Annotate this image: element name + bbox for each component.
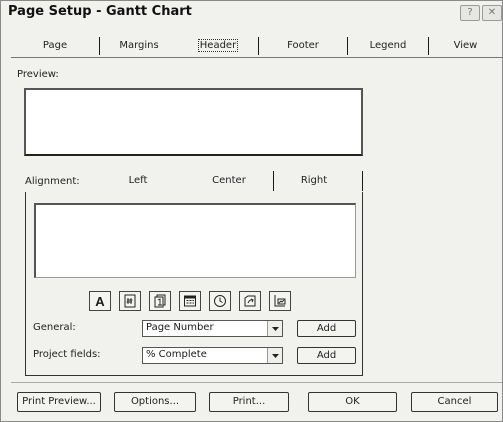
print-preview-button[interactable]: Print Preview... xyxy=(17,392,101,412)
chevron-down-icon[interactable] xyxy=(267,348,282,363)
alignment-tab-right[interactable]: Right xyxy=(274,171,354,191)
file-name-icon xyxy=(244,295,256,307)
alignment-tab-center[interactable]: Center xyxy=(187,171,271,191)
tab-view[interactable]: View xyxy=(429,35,502,57)
options-button[interactable]: Options... xyxy=(114,392,196,412)
format-text-button[interactable]: A xyxy=(89,291,111,311)
insert-page-number-button[interactable] xyxy=(119,291,141,311)
page-number-icon xyxy=(124,294,136,308)
header-preview-box xyxy=(24,88,363,156)
help-button[interactable]: ? xyxy=(460,5,480,21)
insert-picture-button[interactable] xyxy=(269,291,291,311)
separator xyxy=(11,382,502,383)
total-pages-icon xyxy=(154,294,166,308)
cancel-button[interactable]: Cancel xyxy=(411,392,498,412)
general-dropdown[interactable]: Page Number xyxy=(142,320,283,337)
insert-current-time-button[interactable] xyxy=(209,291,231,311)
header-text-editor[interactable] xyxy=(34,203,356,278)
preview-label: Preview: xyxy=(17,69,59,80)
tab-margins[interactable]: Margins xyxy=(100,35,178,57)
alignment-tab-left[interactable]: Left xyxy=(101,171,175,191)
tab-footer[interactable]: Footer xyxy=(259,35,347,57)
page-setup-dialog: Page Setup - Gantt Chart ? ✕ Page Margin… xyxy=(0,0,503,422)
insert-total-pages-button[interactable] xyxy=(149,291,171,311)
title-bar: Page Setup - Gantt Chart ? ✕ xyxy=(1,1,502,25)
general-add-button[interactable]: Add xyxy=(297,320,356,337)
project-fields-add-button[interactable]: Add xyxy=(297,347,356,364)
project-fields-label: Project fields: xyxy=(33,349,101,360)
tab-panel-border xyxy=(11,57,502,58)
current-date-icon xyxy=(184,295,196,307)
project-fields-dropdown-value: % Complete xyxy=(146,349,207,360)
ok-button[interactable]: OK xyxy=(308,392,397,412)
current-time-icon xyxy=(214,295,226,307)
insert-picture-icon xyxy=(274,295,286,307)
insert-current-date-button[interactable] xyxy=(179,291,201,311)
format-text-font-icon: A xyxy=(95,293,105,309)
close-button[interactable]: ✕ xyxy=(482,5,502,21)
insert-file-name-button[interactable] xyxy=(239,291,261,311)
help-icon: ? xyxy=(467,7,473,18)
alignment-label: Alignment: xyxy=(25,176,80,187)
chevron-down-icon[interactable] xyxy=(267,321,282,336)
general-dropdown-value: Page Number xyxy=(146,322,214,333)
project-fields-dropdown[interactable]: % Complete xyxy=(142,347,283,364)
tab-header[interactable]: Header xyxy=(178,35,258,57)
general-label: General: xyxy=(33,322,76,333)
tab-strip: Page Margins Header Footer Legend View xyxy=(11,35,502,57)
tab-legend[interactable]: Legend xyxy=(348,35,428,57)
print-button[interactable]: Print... xyxy=(209,392,289,412)
close-icon: ✕ xyxy=(487,7,497,18)
window-title: Page Setup - Gantt Chart xyxy=(8,4,192,19)
tab-divider xyxy=(362,171,363,191)
tab-page[interactable]: Page xyxy=(11,35,99,57)
